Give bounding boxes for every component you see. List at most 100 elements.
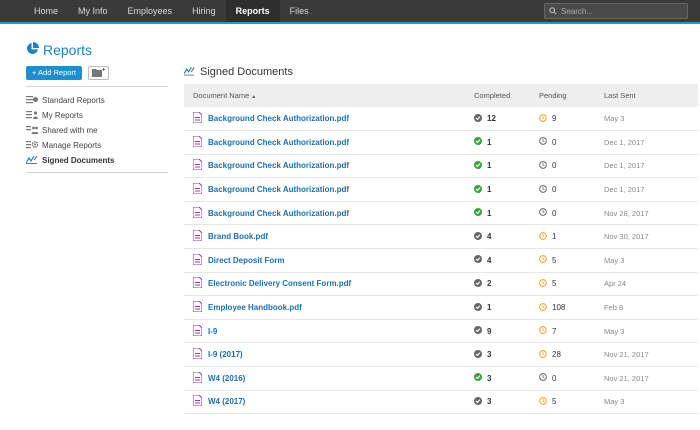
document-name-cell: Employee Handbook.pdf	[184, 295, 474, 320]
sidebar-item-manage-reports[interactable]: Manage Reports	[26, 138, 168, 153]
document-link[interactable]: Background Check Authorization.pdf	[208, 114, 349, 123]
shared-icon	[26, 125, 42, 136]
sidebar-item-standard-reports[interactable]: Standard Reports	[26, 93, 168, 108]
sidebar: Reports + Add Report Standard Reports My…	[25, 40, 168, 173]
completed-status-icon	[474, 113, 487, 124]
main-content: Signed Documents Document Name ▲ Complete…	[183, 64, 698, 415]
completed-cell: 1	[474, 201, 539, 226]
completed-cell: 1	[474, 177, 539, 202]
last-sent-cell: Nov 30, 2017	[604, 224, 698, 250]
pie-chart-icon	[26, 42, 43, 58]
completed-count: 1	[487, 185, 492, 195]
column-header-last-sent[interactable]: Last Sent	[604, 84, 698, 107]
completed-count: 1	[487, 161, 492, 171]
document-link[interactable]: W4 (2016)	[208, 374, 245, 383]
sidebar-item-signed-documents[interactable]: Signed Documents	[25, 153, 168, 168]
pending-count: 0	[552, 137, 557, 147]
sidebar-item-label: Shared with me	[42, 126, 98, 135]
page-title: Reports	[26, 40, 168, 60]
nav-hiring[interactable]: Hiring	[182, 0, 226, 22]
last-sent-cell: Feb 8	[604, 295, 698, 320]
document-icon	[192, 324, 208, 338]
nav-home[interactable]: Home	[24, 0, 68, 22]
gear-icon	[26, 140, 42, 151]
sidebar-bottom-divider	[26, 172, 168, 173]
nav-files[interactable]: Files	[280, 0, 319, 22]
table-header-row: Document Name ▲ Completed Pending Last Se…	[184, 84, 698, 107]
completed-status-icon	[474, 137, 487, 147]
document-link[interactable]: Background Check Authorization.pdf	[208, 161, 349, 170]
pending-count: 9	[552, 114, 557, 124]
standard-reports-icon	[26, 95, 42, 106]
completed-cell: 3	[474, 390, 539, 415]
document-link[interactable]: W4 (2017)	[208, 397, 245, 406]
table-row: Direct Deposit Form 4 5 May 3	[184, 248, 698, 273]
completed-count: 12	[487, 114, 496, 124]
table-body: Background Check Authorization.pdf 12 9 May…	[184, 107, 698, 415]
document-link[interactable]: Electronic Delivery Consent Form.pdf	[208, 279, 351, 288]
pending-cell: 0	[539, 154, 604, 179]
pending-cell: 5	[539, 272, 604, 297]
sort-asc-icon: ▲	[251, 94, 257, 100]
pending-count: 5	[552, 255, 557, 265]
nav-reports[interactable]: Reports	[225, 0, 280, 22]
pending-cell: 9	[539, 107, 604, 132]
document-name-cell: Background Check Authorization.pdf	[184, 107, 474, 132]
completed-status-icon	[474, 349, 487, 360]
column-header-completed[interactable]: Completed	[474, 84, 539, 107]
pending-count: 0	[552, 161, 557, 171]
document-link[interactable]: Direct Deposit Form	[208, 256, 284, 265]
sidebar-item-label: Signed Documents	[42, 156, 115, 165]
completed-count: 1	[487, 303, 492, 313]
nav-my-info[interactable]: My Info	[68, 0, 118, 22]
clock-icon	[539, 255, 552, 265]
document-link[interactable]: Brand Book.pdf	[208, 232, 268, 241]
completed-status-icon	[474, 396, 487, 407]
document-link[interactable]: Background Check Authorization.pdf	[208, 209, 349, 218]
document-link[interactable]: Employee Handbook.pdf	[208, 303, 302, 312]
pending-cell: 0	[539, 201, 604, 226]
column-header-document-name[interactable]: Document Name ▲	[184, 84, 474, 107]
search-icon	[549, 2, 557, 20]
table-row: I-9 (2017) 3 28 Nov 21, 2017	[184, 342, 698, 368]
pending-cell: 0	[539, 130, 604, 155]
add-report-button[interactable]: + Add Report	[26, 66, 82, 80]
table-row: Background Check Authorization.pdf 1 0 Dec …	[184, 177, 698, 202]
document-icon	[192, 135, 208, 149]
document-link[interactable]: I-9 (2017)	[208, 350, 243, 359]
document-icon	[192, 229, 208, 243]
document-link[interactable]: Background Check Authorization.pdf	[208, 185, 349, 194]
completed-status-icon	[474, 184, 487, 195]
search-box[interactable]	[544, 3, 688, 19]
completed-count: 4	[487, 232, 492, 242]
new-folder-button[interactable]	[88, 66, 109, 80]
document-icon	[192, 276, 208, 290]
nav-employees[interactable]: Employees	[118, 0, 183, 22]
section-title-text: Signed Documents	[200, 66, 293, 78]
document-icon	[192, 158, 208, 172]
clock-icon	[539, 373, 552, 383]
document-link[interactable]: I-9	[208, 327, 217, 336]
folder-plus-icon	[92, 64, 105, 82]
clock-icon	[539, 208, 552, 218]
document-name-cell: Background Check Authorization.pdf	[184, 130, 474, 155]
column-header-pending[interactable]: Pending	[539, 84, 604, 107]
completed-count: 9	[487, 326, 492, 336]
sidebar-item-my-reports[interactable]: My Reports	[26, 108, 168, 123]
clock-icon	[539, 137, 552, 147]
document-link[interactable]: Background Check Authorization.pdf	[208, 138, 349, 147]
completed-cell: 12	[474, 107, 539, 132]
completed-cell: 1	[474, 295, 539, 320]
search-input[interactable]	[561, 6, 681, 16]
clock-icon	[539, 231, 552, 242]
clock-icon	[539, 397, 552, 407]
section-title: Signed Documents	[183, 64, 698, 80]
pending-cell: 28	[539, 342, 604, 368]
clock-icon	[539, 349, 552, 360]
sidebar-item-shared-with-me[interactable]: Shared with me	[26, 123, 168, 138]
completed-count: 4	[487, 255, 492, 265]
last-sent-cell: May 3	[604, 248, 698, 273]
top-nav: Home My Info Employees Hiring Reports Fi…	[0, 0, 700, 24]
sidebar-list: Standard Reports My Reports Shared with …	[25, 93, 168, 168]
pending-cell: 7	[539, 319, 604, 344]
